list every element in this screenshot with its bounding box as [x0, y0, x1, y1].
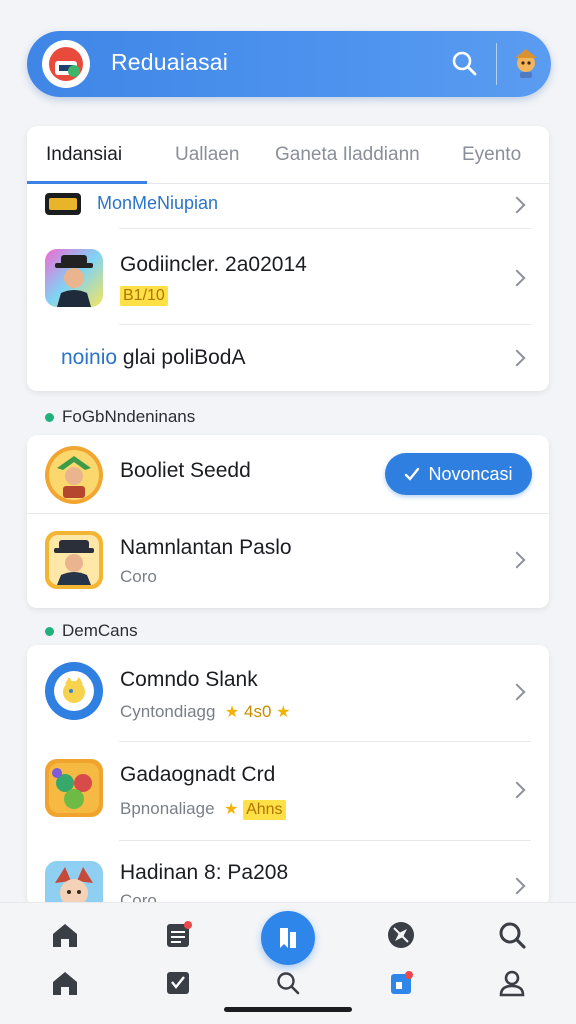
chevron-right-icon: [508, 781, 526, 799]
row-title: Namnlantan Paslo: [120, 536, 292, 559]
list-item[interactable]: Gadaognadt Crd Bpnonaliage ★ Ahns: [27, 742, 549, 840]
bookmark-icon: [280, 928, 296, 948]
chevron-right-icon: [508, 349, 526, 367]
chevron-right-icon: [508, 269, 526, 287]
section-header: DemCans: [45, 621, 138, 641]
search-bar[interactable]: Reduaiasai: [27, 31, 551, 97]
profile-icon[interactable]: [494, 965, 530, 1001]
row-subtitle: B1/10: [120, 285, 168, 306]
tab-uallaen[interactable]: Uallaen: [175, 144, 239, 166]
tab-bar: Indansiai Uallaen Ganeta Iladdiann Eyent…: [27, 126, 549, 184]
list-item[interactable]: MonMeNiupian: [27, 184, 549, 228]
row-title: Gadaognadt Crd: [120, 763, 276, 786]
chevron-right-icon: [508, 683, 526, 701]
section-title: DemCans: [62, 621, 138, 640]
section-title: FoGbNndeninans: [62, 407, 196, 426]
app-icon: [45, 446, 103, 504]
tab-indansiai[interactable]: Indansiai: [46, 144, 122, 166]
row-title: MonMeNiupian: [97, 193, 219, 213]
row-title: Comndo Slank: [120, 668, 258, 691]
chevron-right-icon: [508, 196, 526, 214]
row-title: Hadinan 8: Pa208: [120, 861, 289, 884]
notes-icon[interactable]: [160, 917, 196, 953]
app-icon: [45, 249, 103, 307]
compass-icon[interactable]: [383, 917, 419, 953]
chevron-right-icon: [508, 551, 526, 569]
status-dot: [45, 626, 54, 636]
tab-ganeta[interactable]: Ganeta Iladdiann: [275, 144, 420, 166]
game-icon: [45, 193, 81, 215]
search-icon[interactable]: [494, 917, 530, 953]
home-indicator: [224, 1007, 352, 1012]
checkmark-icon: [405, 467, 420, 481]
search-icon[interactable]: [446, 45, 482, 81]
chevron-right-icon: [508, 877, 526, 895]
header-divider: [496, 43, 497, 85]
list-item[interactable]: Hadinan 8: Pa208 Coro: [27, 841, 549, 907]
section-card: Comndo Slank Cyntondiagg ★ 4s0 ★ Gadaogn…: [27, 645, 549, 907]
action-button[interactable]: Novoncasi: [385, 453, 532, 495]
section-header: FoGbNndeninans: [45, 407, 195, 427]
app-title: Reduaiasai: [111, 49, 229, 75]
tab-eyento[interactable]: Eyento: [462, 144, 521, 166]
home-icon[interactable]: [47, 917, 83, 953]
list-item[interactable]: Godiincler. 2a02014 B1/10: [27, 229, 549, 324]
bookmark-button[interactable]: [261, 911, 315, 965]
tasks-icon[interactable]: [160, 965, 196, 1001]
row-title: Booliet Seedd: [120, 459, 251, 482]
row-subtitle: Cyntondiagg ★ 4s0 ★: [120, 702, 291, 721]
row-subtitle: Coro: [120, 567, 157, 586]
inbox-icon[interactable]: [383, 965, 419, 1001]
app-icon: [45, 861, 103, 907]
app-icon: [45, 531, 103, 589]
app-icon: [45, 662, 103, 720]
list-item[interactable]: Booliet Seedd Novoncasi: [27, 435, 549, 513]
action-button-label: Novoncasi: [428, 463, 513, 484]
status-dot: [45, 412, 54, 422]
character-avatar-icon[interactable]: [506, 43, 546, 83]
featured-card: Indansiai Uallaen Ganeta Iladdiann Eyent…: [27, 126, 549, 391]
row-subtitle: Bpnonaliage ★ Ahns: [120, 799, 286, 820]
row-title: Godiincler. 2a02014: [120, 253, 307, 276]
list-item[interactable]: Namnlantan Paslo Coro: [27, 514, 549, 608]
list-item[interactable]: noinio glai poliBodA: [27, 325, 549, 391]
app-logo: [42, 40, 90, 88]
search-icon[interactable]: [270, 965, 306, 1001]
app-icon: [45, 759, 103, 817]
list-item[interactable]: Comndo Slank Cyntondiagg ★ 4s0 ★: [27, 645, 549, 741]
home-icon[interactable]: [47, 965, 83, 1001]
row-title: noinio glai poliBodA: [61, 346, 246, 369]
bottom-nav: [0, 902, 576, 1024]
section-card: Booliet Seedd Novoncasi Namnlantan Paslo…: [27, 435, 549, 608]
